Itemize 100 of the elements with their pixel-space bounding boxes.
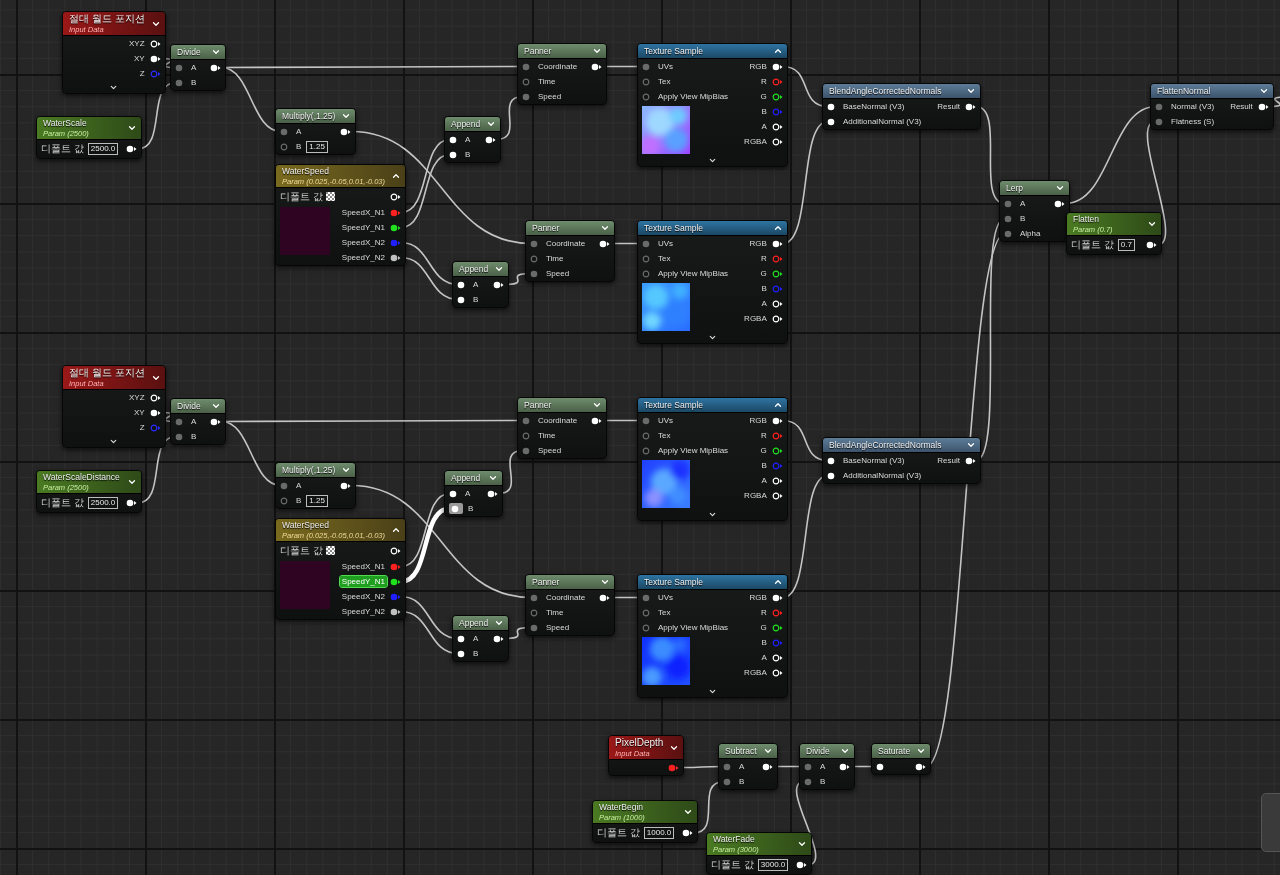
node-card[interactable]: Append A B [452, 615, 510, 662]
pin-label: RGBA [743, 667, 768, 678]
node-title: Saturate [878, 745, 911, 757]
pin-label: A [760, 475, 768, 486]
pin-label: G [759, 445, 768, 456]
pin-label: Speed [545, 622, 571, 633]
node-header[interactable]: Multiply(,1.25) [276, 463, 356, 478]
node-header[interactable]: Append [445, 117, 501, 132]
field-label: 디폴트 값 [711, 858, 754, 872]
pin-label: AdditionalNormal (V3) [842, 116, 923, 127]
node-card[interactable]: Subtract A B [718, 743, 778, 790]
node-card[interactable]: Multiply(,1.25) A B 1.25 [275, 108, 357, 155]
node-header[interactable]: Divide [171, 399, 226, 414]
node-title: WaterSpeed [282, 520, 330, 531]
node-card[interactable]: Divide A B [799, 743, 856, 790]
pin-label: Alpha [1019, 228, 1042, 239]
node-title: Divide [177, 400, 201, 412]
node-header[interactable]: Panner [526, 575, 615, 590]
pin-label: Coordinate [545, 238, 587, 249]
node-card[interactable]: Divide A B [170, 398, 227, 445]
pin-label: Speed [537, 445, 563, 456]
field-label: 디폴트 값 [41, 496, 84, 510]
node-card[interactable]: Texture Sample UVs Tex Apply View MipBias RGB R G B A RGBA [637, 574, 788, 698]
value-field[interactable]: 1.25 [306, 494, 328, 507]
pin-label: BaseNormal (V3) [842, 101, 906, 112]
node-header[interactable]: Divide [171, 45, 226, 60]
value-field[interactable]: 0.7 [1117, 239, 1135, 251]
node-card[interactable]: Panner Coordinate Time Speed [517, 43, 608, 105]
node-header[interactable]: Texture Sample [638, 575, 787, 590]
node-card[interactable]: Texture Sample UVs Tex Apply View MipBias RGB R G B A RGBA [637, 397, 788, 521]
node-card[interactable]: Saturate [871, 743, 932, 775]
node-header[interactable]: Lerp [1000, 181, 1070, 196]
value-field[interactable]: 1000.0 [643, 827, 675, 839]
node-header[interactable]: FlattenNormal [1151, 84, 1273, 99]
pin-label: B [472, 648, 480, 659]
node-header[interactable]: Subtract [719, 744, 777, 759]
node-title: BlendAngleCorrectedNormals [829, 439, 942, 451]
pin-label: SpeedX_N2 [340, 591, 386, 602]
pin-label: SpeedX_N2 [340, 237, 386, 248]
node-title: Flatten [1073, 214, 1100, 225]
node-header[interactable]: BlendAngleCorrectedNormals [823, 438, 980, 453]
value-field[interactable]: 2500.0 [87, 143, 119, 155]
node-header[interactable]: Multiply(,1.25) [276, 109, 356, 124]
pin-label: B [295, 141, 303, 152]
value-field[interactable]: 1.25 [306, 140, 328, 153]
pin-label: A [464, 134, 472, 145]
node-title: Texture Sample [644, 45, 704, 57]
pin-label: SpeedY_N2 [340, 252, 386, 263]
node-header[interactable]: Append [453, 262, 509, 277]
node-title: WaterScaleDistance [43, 472, 120, 483]
pin-label: UVs [657, 61, 675, 72]
node-card[interactable]: Append A B [444, 116, 502, 163]
pin-label: RGB [748, 238, 768, 249]
node-header[interactable]: Divide [800, 744, 855, 759]
node-card[interactable]: Panner Coordinate Time Speed [525, 574, 616, 636]
node-card[interactable]: Lerp A B Alpha [999, 180, 1071, 242]
node-card[interactable]: FlattenNormal Normal (V3) Flatness (S) Result [1150, 83, 1274, 130]
node-card[interactable]: Panner Coordinate Time Speed [517, 397, 608, 459]
pin-label: B [760, 460, 768, 471]
node-header[interactable]: Append [453, 616, 509, 631]
pin-label: A [464, 488, 472, 499]
pin-label: RGB [748, 592, 768, 603]
node-header[interactable]: Panner [518, 398, 607, 413]
node-header[interactable]: BlendAngleCorrectedNormals [823, 84, 980, 99]
pin-label: R [760, 430, 768, 441]
node-header[interactable]: Panner [526, 221, 615, 236]
node-card[interactable]: Multiply(,1.25) A B 1.25 [275, 462, 357, 509]
node-title: Panner [524, 45, 552, 57]
node-header[interactable]: Texture Sample [638, 221, 787, 236]
pin-label: A [295, 126, 303, 137]
pin-label: Result [936, 101, 961, 112]
pin-label: Time [537, 76, 557, 87]
value-field[interactable]: 3000.0 [757, 859, 789, 871]
node-header[interactable]: Panner [518, 44, 607, 59]
pin-label: A [819, 761, 827, 772]
node-card[interactable]: Texture Sample UVs Tex Apply View MipBias RGB R G B A RGBA [637, 220, 788, 344]
node-header[interactable]: Texture Sample [638, 398, 787, 413]
node-header[interactable]: Texture Sample [638, 44, 787, 59]
node-card[interactable]: BlendAngleCorrectedNormals BaseNormal (V3) AdditionalNormal (V3) Result [822, 83, 981, 130]
pin-label: SpeedY_N2 [340, 606, 386, 617]
node-title: 절대 월드 포지션 [69, 13, 145, 25]
node-header[interactable]: Append [445, 471, 503, 486]
pin-label: G [759, 91, 768, 102]
pin-label: UVs [657, 238, 675, 249]
pin-label: Tex [657, 430, 672, 441]
pin-label: R [760, 253, 768, 264]
node-card[interactable]: Append A B [452, 261, 510, 308]
node-card[interactable]: Append A B [444, 470, 504, 517]
pin-label: Apply View MipBias [657, 268, 730, 279]
node-card[interactable]: Texture Sample UVs Tex Apply View MipBias RGB R G B A RGBA [637, 43, 788, 167]
node-card[interactable]: Panner Coordinate Time Speed [525, 220, 616, 282]
pin-label: Time [545, 607, 565, 618]
node-title: Append [459, 617, 489, 629]
node-title: Panner [532, 576, 560, 588]
node-header[interactable]: Saturate [872, 744, 931, 759]
node-card[interactable]: Divide A B [170, 44, 227, 91]
pin-label: Z [138, 422, 146, 433]
node-title: Append [451, 118, 481, 130]
node-card[interactable]: BlendAngleCorrectedNormals BaseNormal (V3) AdditionalNormal (V3) Result [822, 437, 981, 484]
value-field[interactable]: 2500.0 [87, 497, 119, 509]
